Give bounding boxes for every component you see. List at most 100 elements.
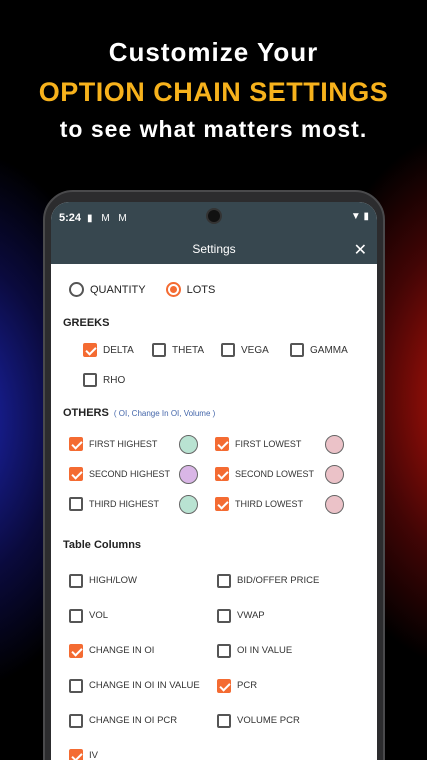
checkbox-second-lowest[interactable]: SECOND LOWEST <box>215 467 325 481</box>
radio-label: LOTS <box>186 283 216 296</box>
checkbox-label: SECOND LOWEST <box>235 469 315 479</box>
phone-screen: 5:24 ▮ M M ▼ ▮ Settings ✕ QUANTITY LOTS … <box>51 202 377 760</box>
checkbox-gamma[interactable]: GAMMA <box>290 343 359 357</box>
close-icon[interactable]: ✕ <box>354 240 367 260</box>
checkbox-box <box>69 678 83 693</box>
checkbox-label: PCR <box>237 680 258 691</box>
checkbox-label: THETA <box>172 344 205 356</box>
checkbox-first-lowest[interactable]: FIRST LOWEST <box>215 437 325 451</box>
notification-icons: ▮ M M <box>87 212 130 224</box>
checkbox-box <box>83 373 97 387</box>
greeks-title: GREEKS <box>63 317 110 329</box>
checkbox-oi-in-value[interactable]: OI IN VALUE <box>217 643 365 658</box>
wifi-battery-icon: ▼ ▮ <box>350 211 369 222</box>
checkbox-vega[interactable]: VEGA <box>221 343 290 357</box>
radio-quantity[interactable]: QUANTITY <box>69 282 146 297</box>
radio-lots[interactable]: LOTS <box>165 282 216 297</box>
columns-row: VOL VWAP <box>69 598 365 633</box>
checkbox-box <box>69 437 83 451</box>
headline-line-1: Customize Your <box>108 37 319 67</box>
checkbox-vwap[interactable]: VWAP <box>217 608 365 623</box>
others-row: SECOND HIGHEST SECOND LOWEST <box>69 459 365 489</box>
checkbox-iv[interactable]: IV <box>69 748 224 760</box>
checkbox-box <box>69 608 83 623</box>
app-bar: Settings ✕ <box>51 234 377 264</box>
checkbox-box <box>69 748 83 760</box>
checkbox-delta[interactable]: DELTA <box>83 343 152 357</box>
checkbox-box <box>69 467 83 481</box>
camera-cutout <box>206 208 222 224</box>
columns-row: CHANGE IN OI OI IN VALUE <box>69 633 365 668</box>
checkbox-box <box>290 343 304 357</box>
others-title-text: OTHERS <box>63 407 109 419</box>
checkbox-label: RHO <box>103 374 126 386</box>
checkbox-box <box>69 497 83 511</box>
promo-headline: Customize Your OPTION CHAIN SETTINGS to … <box>0 34 427 146</box>
checkbox-box <box>221 343 235 357</box>
checkbox-third-lowest[interactable]: THIRD LOWEST <box>215 497 325 511</box>
checkbox-label: IV <box>89 750 98 760</box>
checkbox-label: CHANGE IN OI <box>89 645 155 656</box>
columns-row: HIGH/LOW BID/OFFER PRICE <box>69 563 365 598</box>
color-swatch-second-highest[interactable] <box>179 464 198 484</box>
checkbox-label: GAMMA <box>310 344 348 356</box>
checkbox-third-highest[interactable]: THIRD HIGHEST <box>69 497 179 511</box>
checkbox-theta[interactable]: THETA <box>152 343 221 357</box>
table-columns-title: Table Columns <box>63 539 142 551</box>
checkbox-label: BID/OFFER PRICE <box>237 575 320 586</box>
checkbox-pcr[interactable]: PCR <box>217 678 365 693</box>
status-time: 5:24 <box>59 212 82 224</box>
checkbox-label: SECOND HIGHEST <box>89 469 171 479</box>
checkbox-volume-pcr[interactable]: VOLUME PCR <box>217 713 365 728</box>
checkbox-first-highest[interactable]: FIRST HIGHEST <box>69 437 179 451</box>
radio-circle <box>69 282 84 297</box>
checkbox-label: CHANGE IN OI PCR <box>89 715 178 726</box>
checkbox-label: OI IN VALUE <box>237 645 293 656</box>
mode-radio-group: QUANTITY LOTS <box>63 282 365 297</box>
status-bar: 5:24 ▮ M M ▼ ▮ <box>51 202 377 234</box>
checkbox-label: VEGA <box>241 344 269 356</box>
checkbox-second-highest[interactable]: SECOND HIGHEST <box>69 467 179 481</box>
checkbox-label: THIRD HIGHEST <box>89 499 160 509</box>
checkbox-change-in-oi-pcr[interactable]: CHANGE IN OI PCR <box>69 713 217 728</box>
table-columns-group: HIGH/LOW BID/OFFER PRICE VOL VWAP CHANGE… <box>63 563 365 760</box>
checkbox-rho[interactable]: RHO <box>83 373 152 387</box>
checkbox-box <box>217 643 231 658</box>
radio-circle <box>165 282 181 297</box>
others-title: OTHERS ( OI, Change In OI, Volume ) <box>63 407 365 419</box>
others-group: FIRST HIGHEST FIRST LOWEST SECOND HIGHES… <box>63 429 365 519</box>
checkbox-label: THIRD LOWEST <box>235 499 304 509</box>
checkbox-change-in-oi-in-value[interactable]: CHANGE IN OI IN VALUE <box>69 678 217 693</box>
settings-content: QUANTITY LOTS GREEKS DELTA THETA VEGA GA… <box>51 282 377 760</box>
others-row: FIRST HIGHEST FIRST LOWEST <box>69 429 365 459</box>
checkbox-box <box>69 713 83 728</box>
color-swatch-third-highest[interactable] <box>179 494 198 514</box>
checkbox-box <box>217 573 231 588</box>
checkbox-vol[interactable]: VOL <box>69 608 217 623</box>
color-swatch-third-lowest[interactable] <box>325 494 344 514</box>
checkbox-label: FIRST HIGHEST <box>89 439 158 449</box>
checkbox-box <box>215 467 229 481</box>
checkbox-box <box>217 678 231 693</box>
checkbox-box <box>83 343 97 357</box>
color-swatch-first-lowest[interactable] <box>325 434 344 454</box>
color-swatch-second-lowest[interactable] <box>325 464 344 484</box>
checkbox-box <box>217 608 231 623</box>
checkbox-label: VWAP <box>237 610 265 621</box>
checkbox-high-low[interactable]: HIGH/LOW <box>69 573 217 588</box>
columns-row: CHANGE IN OI IN VALUE PCR <box>69 668 365 703</box>
checkbox-label: HIGH/LOW <box>89 575 138 586</box>
color-swatch-first-highest[interactable] <box>179 434 198 454</box>
checkbox-label: CHANGE IN OI IN VALUE <box>89 680 200 691</box>
checkbox-box <box>69 573 83 588</box>
checkbox-bid-offer-price[interactable]: BID/OFFER PRICE <box>217 573 365 588</box>
others-row: THIRD HIGHEST THIRD LOWEST <box>69 489 365 519</box>
page-title: Settings <box>192 242 236 256</box>
checkbox-box <box>217 713 231 728</box>
checkbox-change-in-oi[interactable]: CHANGE IN OI <box>69 643 217 658</box>
headline-line-2: OPTION CHAIN SETTINGS <box>38 77 389 107</box>
others-subtitle: ( OI, Change In OI, Volume ) <box>113 409 216 418</box>
checkbox-box <box>215 497 229 511</box>
radio-label: QUANTITY <box>90 283 146 296</box>
checkbox-label: DELTA <box>103 344 134 356</box>
